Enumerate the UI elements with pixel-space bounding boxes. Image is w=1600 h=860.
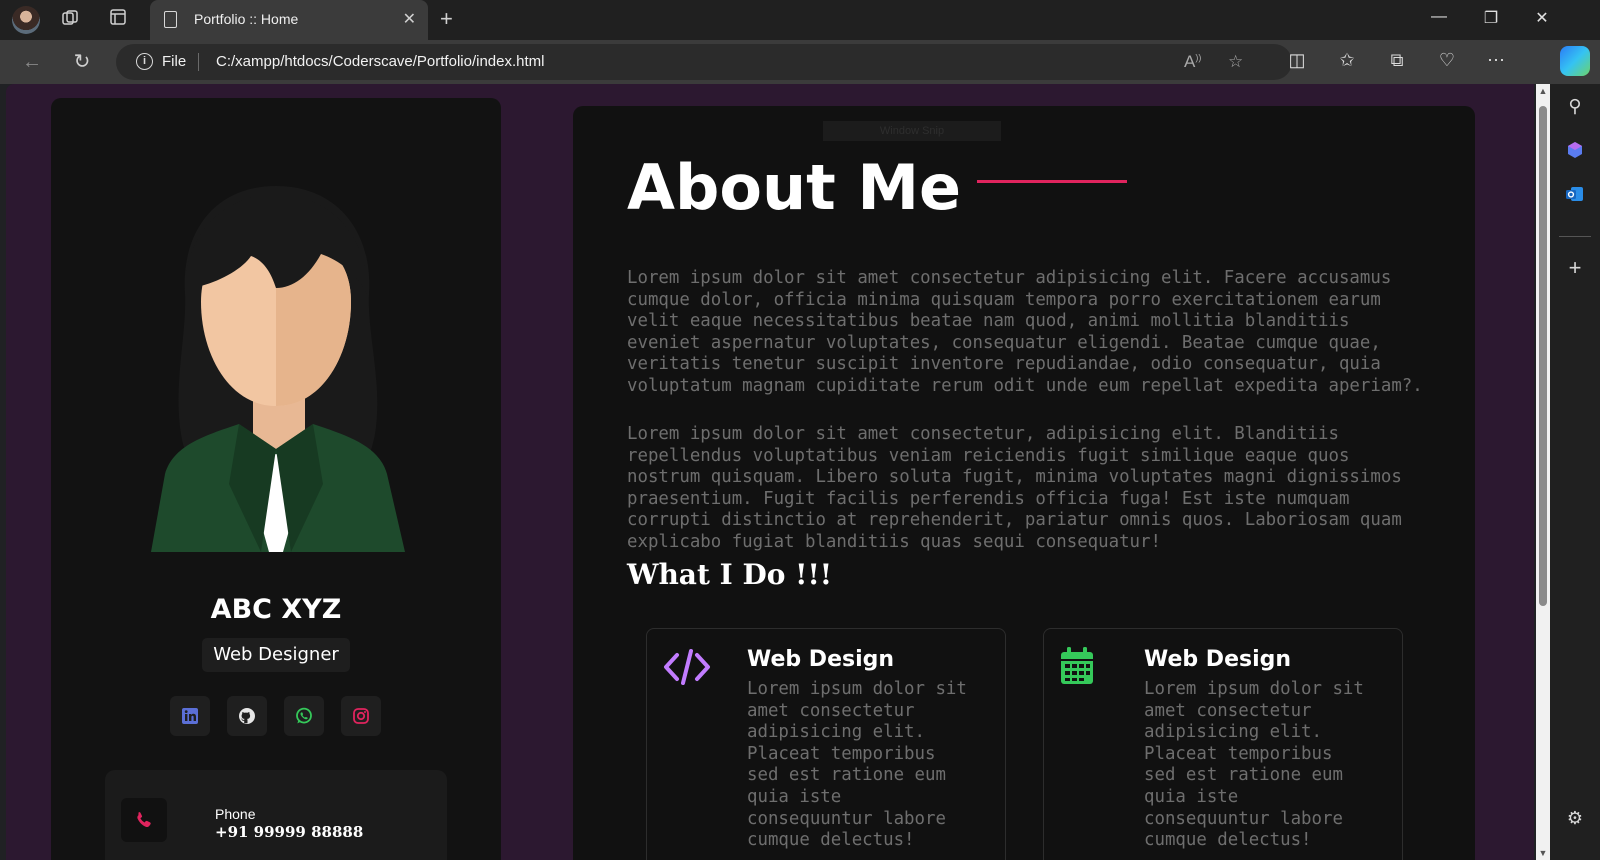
instagram-link[interactable] xyxy=(341,696,381,736)
service-card-web-design-2: Web Design Lorem ipsum dolor sit amet co… xyxy=(1043,628,1403,860)
close-tab-icon[interactable]: ✕ xyxy=(403,9,416,29)
minimize-icon[interactable]: — xyxy=(1424,8,1454,26)
calendar-icon xyxy=(1060,647,1094,690)
copilot-icon[interactable] xyxy=(1560,46,1590,76)
gear-icon[interactable]: ⚙ xyxy=(1563,806,1587,830)
back-icon[interactable]: ← xyxy=(18,50,46,74)
avatar-illustration xyxy=(143,184,409,564)
phone-icon-box xyxy=(121,798,167,842)
address-divider xyxy=(198,53,199,71)
profile-card: ABC XYZ Web Designer Phone +91 99999 888… xyxy=(51,98,501,860)
about-paragraph-1: Lorem ipsum dolor sit amet consectetur a… xyxy=(627,268,1423,396)
profile-avatar[interactable] xyxy=(12,6,40,34)
github-link[interactable] xyxy=(227,696,267,736)
outlook-icon[interactable] xyxy=(1563,184,1587,208)
what-i-do-heading: What I Do !!! xyxy=(627,558,833,591)
url-text[interactable]: C:/xampp/htdocs/Coderscave/Portfolio/ind… xyxy=(216,53,544,70)
copilot-sidebar-icon[interactable] xyxy=(1563,140,1587,164)
linkedin-icon xyxy=(182,708,198,724)
more-menu-icon[interactable]: ⋯ xyxy=(1483,50,1509,71)
favorite-star-icon[interactable]: ☆ xyxy=(1228,52,1243,72)
contact-label: Phone xyxy=(215,806,256,822)
github-icon xyxy=(239,708,255,724)
linkedin-link[interactable] xyxy=(170,696,210,736)
page-icon xyxy=(164,11,177,28)
sidebar-divider xyxy=(1559,236,1591,237)
instagram-icon xyxy=(353,708,369,724)
scrollbar-thumb[interactable] xyxy=(1539,106,1547,606)
refresh-icon[interactable]: ↻ xyxy=(68,50,96,74)
window-snip-overlay: Window Snip xyxy=(823,121,1001,141)
info-icon[interactable]: i xyxy=(136,53,153,70)
whatsapp-link[interactable] xyxy=(284,696,324,736)
tab-portfolio-home[interactable]: Portfolio :: Home ✕ xyxy=(150,0,428,40)
add-sidebar-app-icon[interactable]: + xyxy=(1563,256,1587,280)
role-badge: Web Designer xyxy=(202,638,350,672)
split-screen-icon[interactable]: ◫ xyxy=(1284,50,1310,71)
code-icon xyxy=(663,647,711,692)
about-paragraph-2: Lorem ipsum dolor sit amet consectetur, … xyxy=(627,424,1402,552)
about-section: Window Snip About Me Lorem ipsum dolor s… xyxy=(573,106,1475,860)
scroll-up-arrow[interactable]: ▲ xyxy=(1538,86,1548,96)
contact-card: Phone +91 99999 88888 xyxy=(105,770,447,860)
page-viewport: ABC XYZ Web Designer Phone +91 99999 888… xyxy=(6,84,1534,860)
about-title: About Me xyxy=(627,151,962,224)
page-scrollbar[interactable]: ▲ ▼ xyxy=(1536,84,1550,860)
search-icon[interactable]: ⚲ xyxy=(1563,94,1587,118)
service-description: Lorem ipsum dolor sit amet consectetur a… xyxy=(747,679,967,851)
tab-title: Portfolio :: Home xyxy=(194,11,299,27)
address-bar[interactable]: i File C:/xampp/htdocs/Coderscave/Portfo… xyxy=(116,44,1292,80)
service-description: Lorem ipsum dolor sit amet consectetur a… xyxy=(1144,679,1364,851)
service-title: Web Design xyxy=(1144,647,1292,672)
address-toolbar: ← ↻ i File C:/xampp/htdocs/Coderscave/Po… xyxy=(0,40,1600,84)
service-title: Web Design xyxy=(747,647,895,672)
address-prefix: File xyxy=(162,53,187,70)
collections-icon[interactable]: ⧉ xyxy=(1384,50,1410,71)
phone-icon xyxy=(137,812,151,828)
read-aloud-icon[interactable]: A)) xyxy=(1184,52,1201,72)
title-underline xyxy=(977,180,1127,183)
whatsapp-icon xyxy=(296,707,312,724)
close-window-icon[interactable]: ✕ xyxy=(1527,8,1557,28)
tab-actions-icon[interactable] xyxy=(106,8,130,32)
profile-name: ABC XYZ xyxy=(210,594,342,625)
browser-essentials-icon[interactable]: ♡ xyxy=(1434,50,1460,71)
service-card-web-design: Web Design Lorem ipsum dolor sit amet co… xyxy=(646,628,1006,860)
browser-tab-bar: Portfolio :: Home ✕ + — ❐ ✕ xyxy=(0,0,1600,40)
browser-sidebar: ⚲ + ⚙ xyxy=(1550,84,1600,860)
favorites-icon[interactable]: ✩ xyxy=(1334,50,1360,71)
scroll-down-arrow[interactable]: ▼ xyxy=(1538,848,1548,858)
phone-number[interactable]: +91 99999 88888 xyxy=(215,823,363,841)
workspaces-icon[interactable] xyxy=(58,8,82,32)
new-tab-icon[interactable]: + xyxy=(440,6,453,32)
restore-icon[interactable]: ❐ xyxy=(1476,8,1506,28)
